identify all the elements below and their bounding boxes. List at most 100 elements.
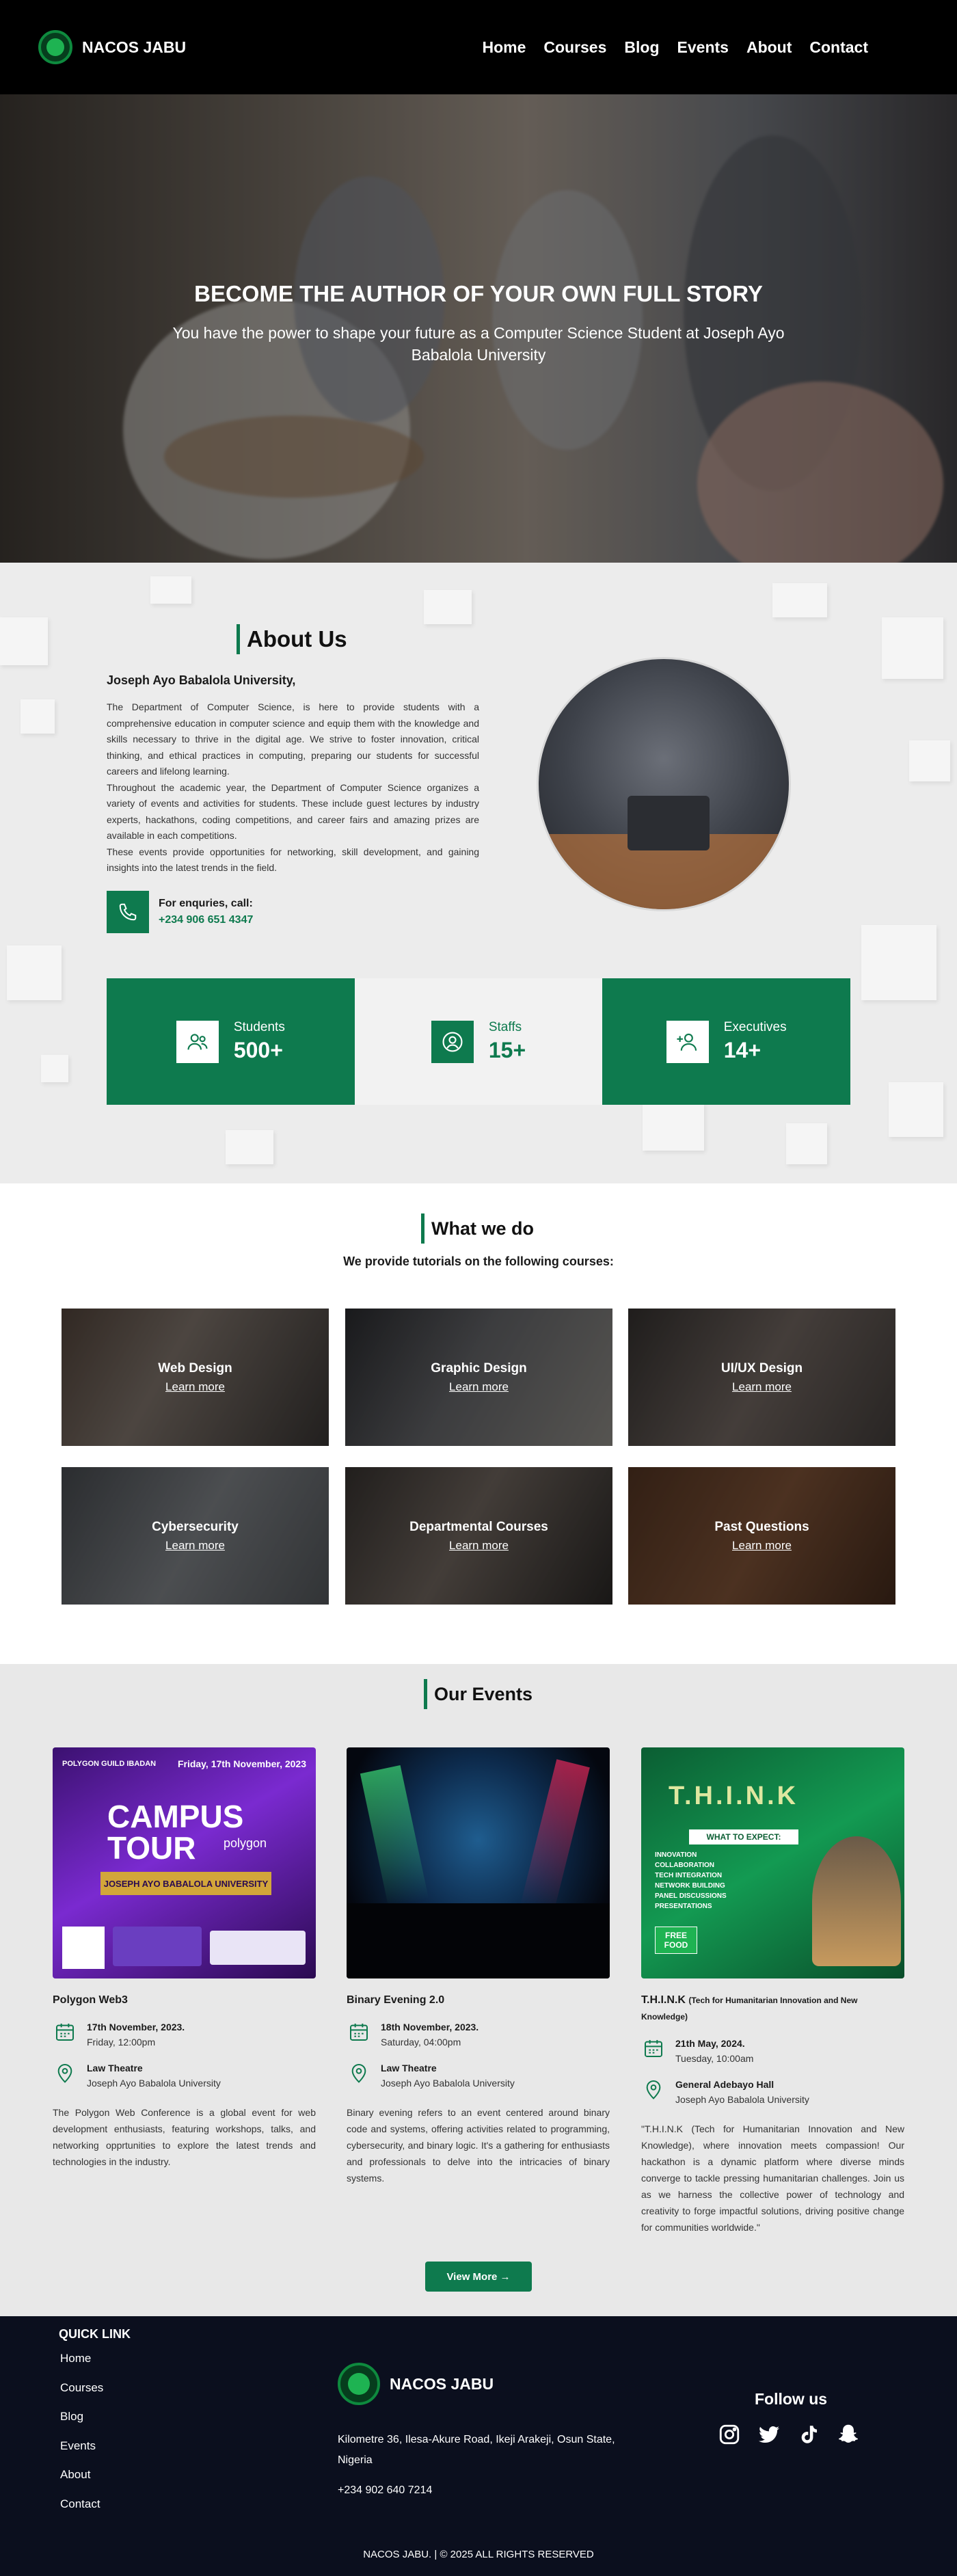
learn-more-link[interactable]: Learn more (165, 1539, 225, 1553)
calendar-icon (53, 2020, 77, 2044)
poster-brand: polygon (224, 1836, 267, 1850)
poster-headline: CAMPUS TOUR (107, 1799, 244, 1866)
footer-link-events[interactable]: Events (60, 2439, 103, 2469)
stat-staffs: Staffs 15+ (354, 978, 603, 1105)
stat-label: Students (233, 1020, 285, 1034)
event-date: 21th May, 2024. (675, 2038, 745, 2049)
copyright: NACOS JABU. | © 2025 ALL RIGHTS RESERVED (363, 2549, 594, 2560)
about-title: About Us (247, 626, 347, 652)
enquiry-phone-number[interactable]: +234 906 651 4347 (159, 914, 253, 926)
course-card-cybersecurity[interactable]: Cybersecurity Learn more (62, 1467, 329, 1605)
poster-free-food: FREE FOOD (655, 1927, 697, 1954)
about-paragraph: These events provide opportunities for n… (107, 846, 479, 874)
enquiry-label: For enquries, call: (159, 898, 253, 909)
nav-link-events[interactable]: Events (677, 38, 729, 57)
poster-expect-label: WHAT TO EXPECT: (689, 1829, 798, 1844)
course-card-title: Web Design (158, 1360, 232, 1376)
footer-link-home[interactable]: Home (60, 2352, 103, 2381)
twitter-icon[interactable] (756, 2421, 782, 2447)
stat-value: 15+ (488, 1038, 526, 1062)
event-venue: Law Theatre (381, 2063, 437, 2074)
course-card-title: Departmental Courses (409, 1519, 548, 1534)
event-date: 18th November, 2023. (381, 2022, 479, 2032)
course-card-title: UI/UX Design (720, 1360, 803, 1376)
nav-links: Home Courses Blog Events About Contact (482, 38, 868, 57)
about-heading: About Us (237, 624, 347, 654)
event-time: Saturday, 04:00pm (381, 2037, 461, 2048)
brand-name: NACOS JABU (82, 38, 187, 56)
quick-links: Home Courses Blog Events About Contact (60, 2352, 103, 2526)
course-card-title: Past Questions (714, 1519, 809, 1534)
calendar-icon (641, 2036, 666, 2061)
tiktok-icon[interactable] (796, 2421, 822, 2447)
course-card-past-questions[interactable]: Past Questions Learn more (628, 1467, 895, 1605)
footer-brand-name: NACOS JABU (390, 2374, 494, 2393)
footer-address: Kilometre 36, Ilesa-Akure Road, Ikeji Ar… (338, 2434, 615, 2466)
stats-row: Students 500+ Staffs 15+ Executives 14+ (107, 978, 851, 1105)
footer-link-about[interactable]: About (60, 2468, 103, 2497)
event-venue: Law Theatre (87, 2063, 143, 2074)
footer-link-courses[interactable]: Courses (60, 2381, 103, 2411)
event-description: Binary evening refers to an event center… (347, 2107, 610, 2184)
footer-brand[interactable]: NACOS JABU (338, 2363, 494, 2405)
learn-more-link[interactable]: Learn more (449, 1380, 509, 1394)
hero-title: BECOME THE AUTHOR OF YOUR OWN FULL STORY (194, 281, 763, 306)
phone-icon (107, 891, 149, 933)
location-pin-icon (641, 2077, 666, 2102)
nav-link-about[interactable]: About (746, 38, 792, 57)
instagram-icon[interactable] (716, 2421, 742, 2447)
course-card-departmental-courses[interactable]: Departmental Courses Learn more (345, 1467, 612, 1605)
learn-more-link[interactable]: Learn more (165, 1380, 225, 1394)
quick-link-title: QUICK LINK (59, 2327, 131, 2341)
event-title: T.H.I.N.K (641, 1994, 686, 2006)
event-card-binary-evening: Binary Evening 2.0 18th November, 2023. S… (347, 1747, 610, 2186)
brand[interactable]: NACOS JABU (38, 30, 186, 64)
learn-more-link[interactable]: Learn more (449, 1539, 509, 1553)
event-card-think: T.H.I.N.K WHAT TO EXPECT: INNOVATION COL… (641, 1747, 904, 2236)
event-venue: General Adebayo Hall (675, 2079, 774, 2090)
events-section: Our Events POLYGON GUILD IBADAN Friday, … (0, 1664, 957, 2316)
services-heading: What we do (421, 1213, 534, 1244)
poster-line: PANEL DISCUSSIONS (655, 1892, 727, 1900)
services-section: What we do We provide tutorials on the f… (0, 1183, 957, 1664)
services-subtitle: We provide tutorials on the following co… (343, 1255, 614, 1268)
location-pin-icon (53, 2061, 77, 2085)
nav-link-home[interactable]: Home (482, 38, 526, 57)
nav-link-contact[interactable]: Contact (809, 38, 868, 57)
about-paragraph: Throughout the academic year, the Depart… (107, 781, 479, 842)
poster-line: INNOVATION (655, 1851, 697, 1859)
view-more-button[interactable]: View More → (425, 2262, 532, 2292)
stat-label: Executives (723, 1020, 787, 1034)
stat-label: Staffs (488, 1020, 522, 1034)
event-poster-polygon[interactable]: POLYGON GUILD IBADAN Friday, 17th Novemb… (53, 1747, 316, 1978)
course-card-title: Cybersecurity (152, 1519, 239, 1534)
learn-more-link[interactable]: Learn more (732, 1539, 792, 1553)
hero-banner: BECOME THE AUTHOR OF YOUR OWN FULL STORY… (0, 94, 957, 563)
course-card-graphic-design[interactable]: Graphic Design Learn more (345, 1309, 612, 1446)
event-poster-think[interactable]: T.H.I.N.K WHAT TO EXPECT: INNOVATION COL… (641, 1747, 904, 1978)
site-footer: QUICK LINK Home Courses Blog Events Abou… (0, 2316, 957, 2576)
footer-link-blog[interactable]: Blog (60, 2410, 103, 2439)
learn-more-link[interactable]: Learn more (732, 1380, 792, 1394)
course-card-uiux-design[interactable]: UI/UX Design Learn more (628, 1309, 895, 1446)
poster-university: JOSEPH AYO BABALOLA UNIVERSITY (100, 1872, 271, 1895)
poster-line: COLLABORATION (655, 1862, 715, 1869)
hero-subtitle: You have the power to shape your future … (172, 324, 785, 364)
poster-line: TECH INTEGRATION (655, 1872, 723, 1879)
event-photo-binary-evening[interactable] (347, 1747, 610, 1978)
course-card-web-design[interactable]: Web Design Learn more (62, 1309, 329, 1446)
nav-link-courses[interactable]: Courses (543, 38, 606, 57)
users-icon (176, 1020, 219, 1063)
event-title: Polygon Web3 (53, 1994, 128, 2006)
nacos-logo-icon (338, 2363, 380, 2405)
services-title: What we do (431, 1218, 534, 1239)
user-plus-icon (666, 1020, 709, 1063)
footer-link-contact[interactable]: Contact (60, 2497, 103, 2527)
social-links (716, 2421, 861, 2447)
event-venue-sub: Joseph Ayo Babalola University (381, 2078, 515, 2089)
footer-phone[interactable]: +234 902 640 7214 (338, 2484, 432, 2497)
user-circle-icon (431, 1020, 474, 1063)
nav-link-blog[interactable]: Blog (624, 38, 659, 57)
snapchat-icon[interactable] (835, 2421, 861, 2447)
stat-value: 500+ (233, 1038, 283, 1062)
